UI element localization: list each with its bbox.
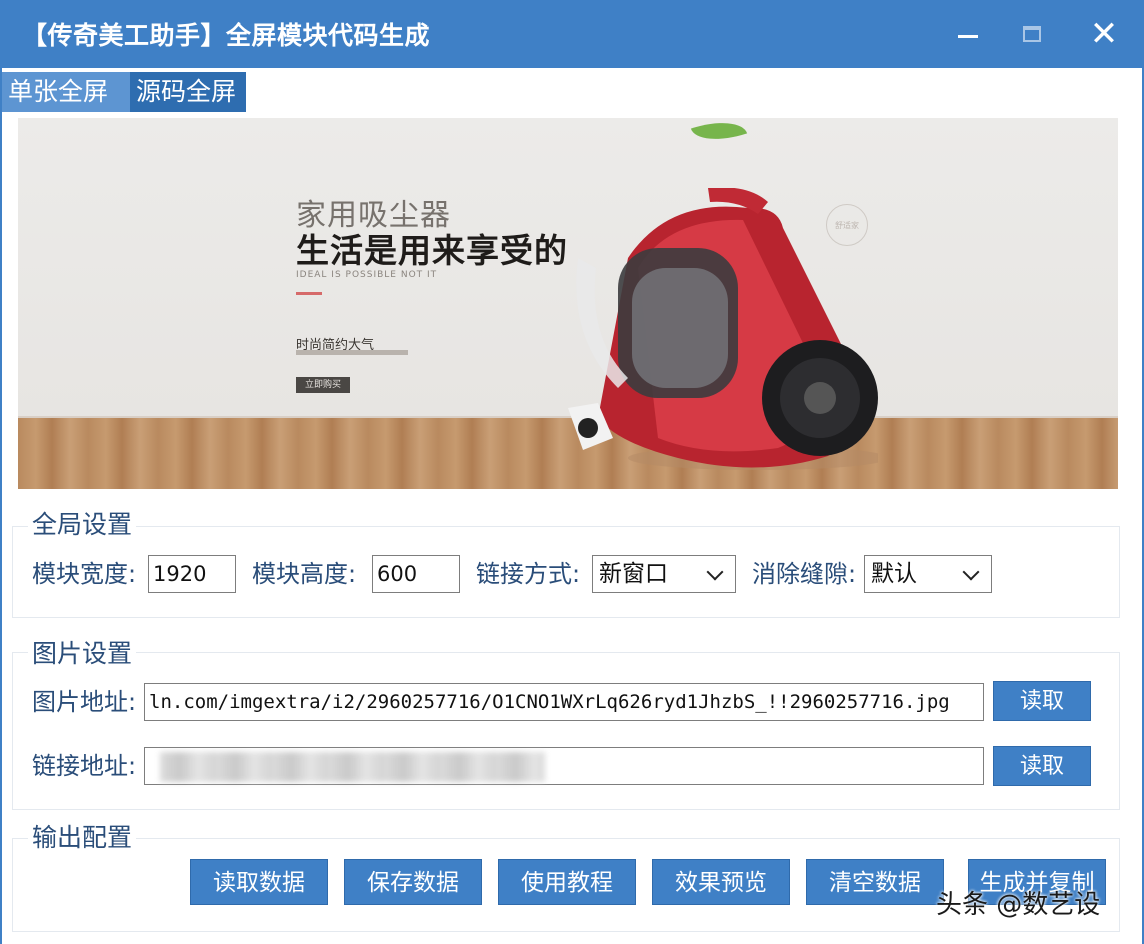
image-preview: 家用吸尘器 生活是用来享受的 IDEAL IS POSSIBLE NOT IT … [18, 118, 1118, 489]
minimize-icon [958, 34, 978, 38]
title-bar: 【传奇美工助手】全屏模块代码生成 ✕ [0, 0, 1144, 68]
clear-data-button[interactable]: 清空数据 [806, 859, 944, 905]
link-mode-select[interactable]: 新窗口 [592, 555, 736, 593]
banner-button: 立即购买 [296, 377, 350, 393]
save-data-button[interactable]: 保存数据 [344, 859, 482, 905]
tab-source-fullscreen[interactable]: 源码全屏 [130, 72, 246, 112]
image-url-input[interactable]: ln.com/imgextra/i2/2960257716/O1CNO1WXrL… [144, 683, 984, 721]
link-mode-value: 新窗口 [599, 561, 668, 587]
leaf-decoration [690, 118, 748, 150]
window-title: 【传奇美工助手】全屏模块代码生成 [22, 21, 431, 50]
maximize-icon [1023, 26, 1041, 42]
module-height-input[interactable]: 600 [372, 555, 460, 593]
maximize-button[interactable] [1012, 14, 1052, 54]
banner-headline: 生活是用来享受的 [296, 231, 568, 270]
global-settings-legend: 全局设置 [28, 509, 137, 541]
read-link-url-button[interactable]: 读取 [993, 746, 1091, 786]
watermark: 头条 @数艺设 [936, 890, 1101, 920]
link-url-label: 链接地址: [32, 752, 137, 780]
image-url-label: 图片地址: [32, 688, 137, 716]
chevron-down-icon [962, 563, 980, 581]
tutorial-button[interactable]: 使用教程 [498, 859, 636, 905]
image-settings-group [12, 652, 1120, 810]
module-width-label: 模块宽度: [32, 560, 137, 588]
link-mode-label: 链接方式: [476, 560, 581, 588]
close-button[interactable]: ✕ [1084, 14, 1124, 54]
banner-accent-line [296, 292, 322, 295]
chevron-down-icon [706, 563, 724, 581]
tab-single-fullscreen[interactable]: 单张全屏 [2, 72, 130, 112]
read-image-url-button[interactable]: 读取 [993, 681, 1091, 721]
preview-effect-button[interactable]: 效果预览 [652, 859, 790, 905]
read-data-button[interactable]: 读取数据 [190, 859, 328, 905]
module-width-input[interactable]: 1920 [148, 555, 236, 593]
image-settings-legend: 图片设置 [28, 638, 137, 670]
banner-small-bar [296, 350, 408, 355]
output-config-legend: 输出配置 [28, 822, 137, 854]
vacuum-cleaner-illustration [568, 188, 878, 470]
remove-gap-value: 默认 [871, 561, 917, 587]
remove-gap-label: 消除缝隙: [752, 560, 857, 588]
module-height-label: 模块高度: [252, 560, 357, 588]
remove-gap-select[interactable]: 默认 [864, 555, 992, 593]
banner-subline: IDEAL IS POSSIBLE NOT IT [296, 270, 438, 280]
close-icon: ✕ [1089, 14, 1119, 54]
redacted-link-text [160, 752, 545, 782]
minimize-button[interactable] [948, 14, 988, 54]
